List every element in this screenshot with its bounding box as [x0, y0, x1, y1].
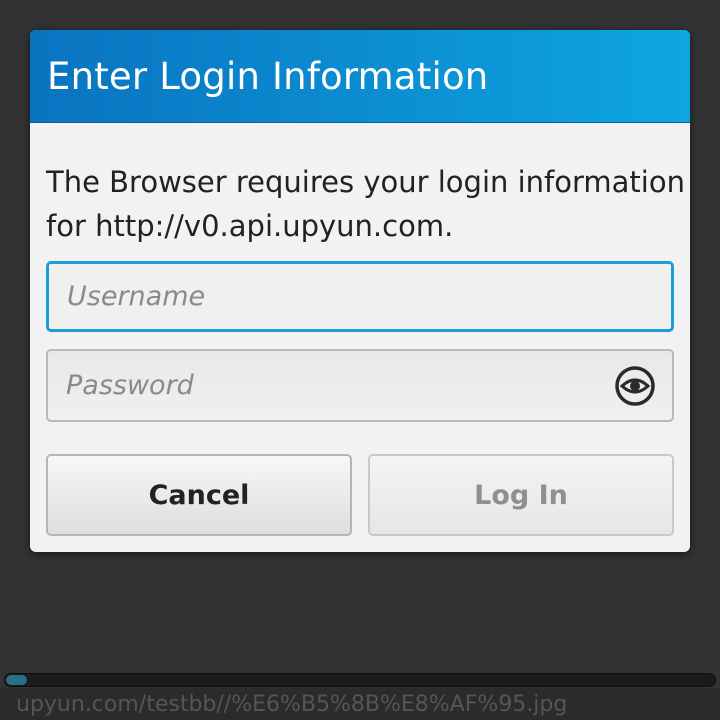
dialog-title: Enter Login Information: [47, 54, 489, 98]
url-text: upyun.com/testbb//%E6%B5%8B%E8%AF%95.jpg: [16, 692, 568, 717]
cancel-button[interactable]: Cancel: [46, 454, 352, 536]
page-load-progress-bar: [4, 673, 716, 687]
eye-icon[interactable]: [614, 365, 656, 407]
progress-fill: [6, 675, 27, 685]
password-field-container: [46, 349, 674, 422]
login-dialog: Enter Login Information The Browser requ…: [30, 30, 690, 552]
login-button[interactable]: Log In: [368, 454, 674, 536]
login-message: The Browser requires your login informat…: [46, 165, 685, 243]
username-input[interactable]: [49, 264, 671, 329]
url-bar[interactable]: upyun.com/testbb//%E6%B5%8B%E8%AF%95.jpg: [0, 688, 720, 720]
password-input[interactable]: [48, 351, 672, 420]
username-field-container: [46, 261, 674, 332]
dialog-header: Enter Login Information: [30, 30, 690, 123]
